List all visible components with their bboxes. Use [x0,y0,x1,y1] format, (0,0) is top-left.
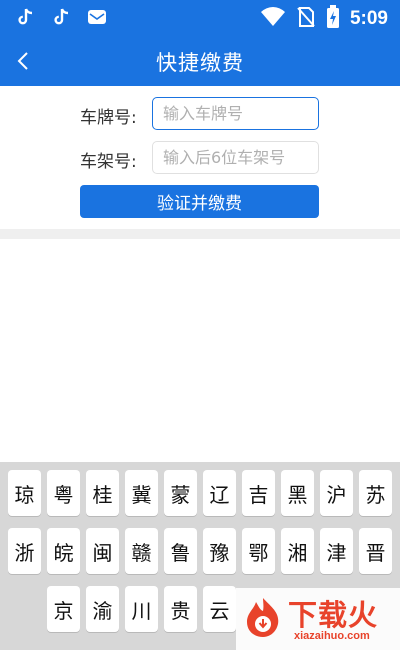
province-key[interactable]: 皖 [47,528,80,574]
app-bar: 快捷缴费 [0,36,400,86]
province-key[interactable]: 贵 [164,586,197,632]
status-bar: 5:09 [0,0,400,36]
province-key[interactable]: 吉 [242,470,275,516]
section-divider [0,229,400,239]
notification-icons [14,6,108,28]
frame-number-input[interactable] [152,141,319,174]
plate-row: 车牌号: [0,97,400,131]
watermark-text: 下载火 [288,598,379,632]
flame-logo-icon [247,598,279,637]
province-key[interactable]: 苏 [359,470,392,516]
province-key[interactable]: 鄂 [242,528,275,574]
page-title: 快捷缴费 [156,51,244,75]
province-key[interactable]: 川 [125,586,158,632]
province-key[interactable]: 鲁 [164,528,197,574]
clock: 5:09 [349,8,388,29]
tiktok-icon [14,6,36,28]
province-key[interactable]: 琼 [8,470,41,516]
province-key[interactable]: 浙 [8,528,41,574]
province-key[interactable]: 晋 [359,528,392,574]
province-key[interactable]: 沪 [320,470,353,516]
province-key[interactable]: 豫 [203,528,236,574]
province-key[interactable]: 桂 [86,470,119,516]
province-key[interactable]: 蒙 [164,470,197,516]
province-key[interactable]: 冀 [125,470,158,516]
province-key[interactable]: 云 [203,586,236,632]
province-key[interactable]: 辽 [203,470,236,516]
plate-number-input[interactable] [152,97,319,130]
tiktok-icon [50,6,72,28]
watermark-url: xiazaihuo.com [294,630,370,642]
province-key[interactable]: 湘 [281,528,314,574]
battery-charging-icon [326,5,340,33]
mail-icon [86,6,108,28]
province-key[interactable]: 黑 [281,470,314,516]
no-sim-icon [296,6,316,32]
province-key[interactable]: 津 [320,528,353,574]
payment-form: 车牌号: 车架号: 验证并缴费 [0,86,400,228]
wifi-icon [260,7,286,31]
province-key[interactable]: 粤 [47,470,80,516]
system-icons: 5:09 [260,5,388,33]
frame-label: 车架号: [80,152,137,172]
watermark: 下载火 xiazaihuo.com [236,588,400,650]
province-key[interactable]: 赣 [125,528,158,574]
province-key[interactable]: 闽 [86,528,119,574]
verify-pay-button[interactable]: 验证并缴费 [80,185,319,218]
plate-label: 车牌号: [80,108,137,128]
frame-row: 车架号: [0,141,400,175]
province-key[interactable]: 渝 [86,586,119,632]
province-key[interactable]: 京 [47,586,80,632]
